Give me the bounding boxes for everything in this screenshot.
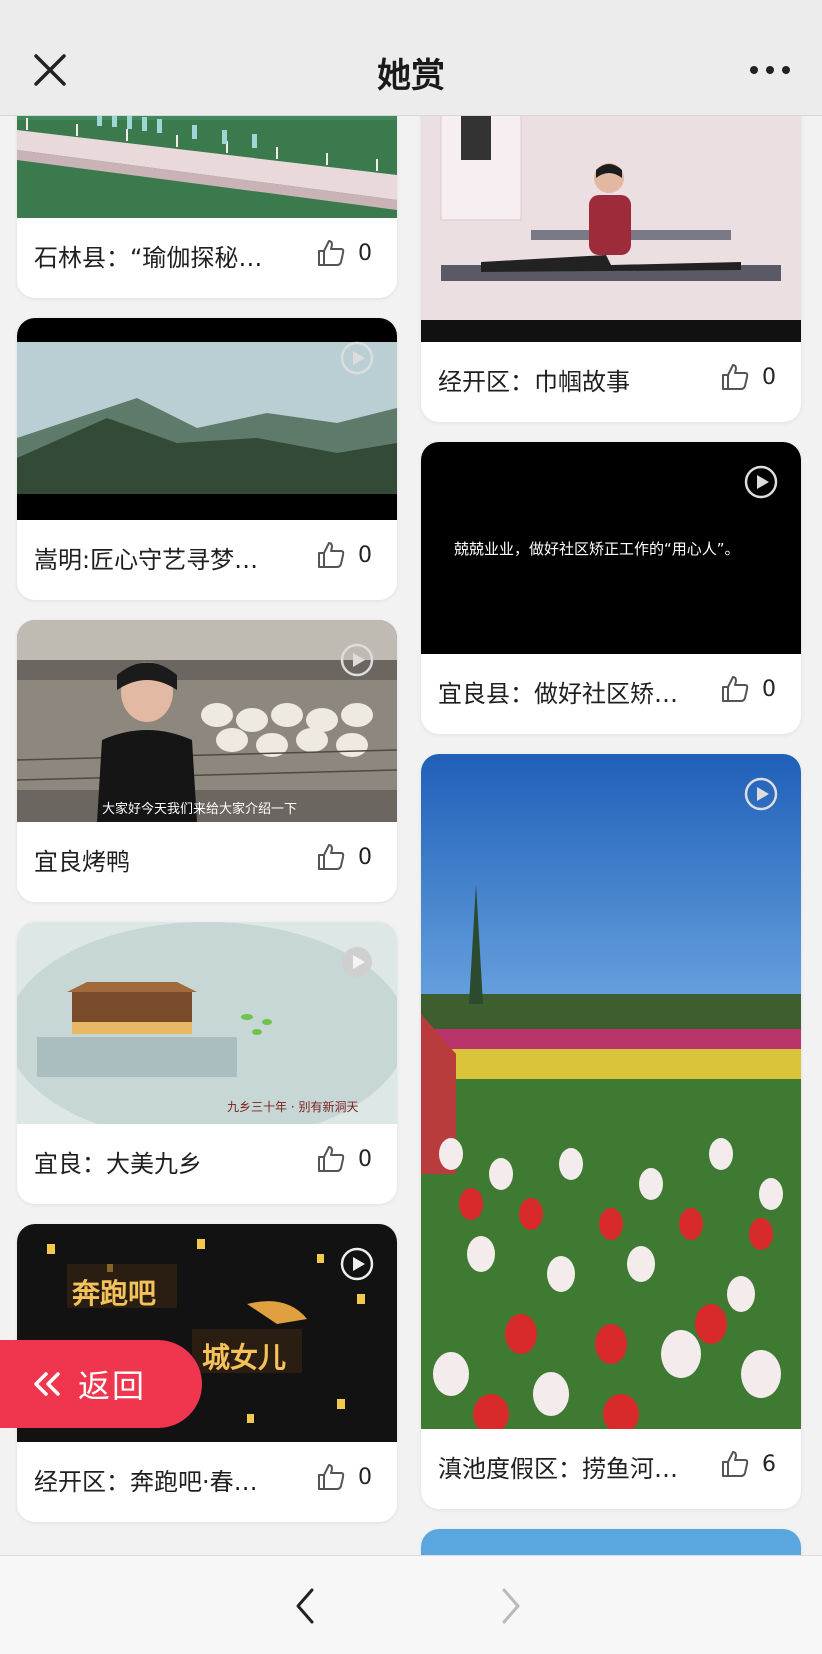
video-title: 嵩明:匠心守艺寻梦…: [34, 546, 259, 574]
video-thumbnail[interactable]: [421, 115, 801, 342]
video-card[interactable]: 嵩明:匠心守艺寻梦… 0: [17, 318, 397, 600]
yoga-image: [421, 115, 801, 342]
double-chevron-left-icon: [34, 1372, 60, 1396]
play-icon[interactable]: [743, 464, 779, 500]
like-count: 0: [762, 364, 776, 390]
video-caption: 兢兢业业，做好社区矫正工作的“用心人”。: [454, 540, 740, 558]
video-title: 经开区：巾帼故事: [438, 368, 630, 396]
video-thumbnail[interactable]: [17, 115, 397, 218]
thumbs-up-icon: [318, 844, 345, 870]
video-thumbnail[interactable]: 兢兢业业，做好社区矫正工作的“用心人”。: [421, 442, 801, 654]
video-caption: 大家好今天我们来给大家介绍一下: [102, 802, 298, 817]
like-count: 6: [762, 1451, 776, 1477]
video-title: 宜良县：做好社区矫…: [438, 680, 678, 708]
more-icon[interactable]: [748, 58, 792, 82]
video-title: 滇池度假区：捞鱼河…: [438, 1455, 678, 1483]
video-card[interactable]: 九乡三十年 · 别有新洞天 宜良：大美九乡 0: [17, 922, 397, 1204]
bottom-nav-bar: [0, 1555, 822, 1654]
video-feed[interactable]: 石林县：“瑜伽探秘… 0 嵩明:匠心守艺寻梦… 0 大家好今天我们来给大家介绍一…: [0, 115, 822, 1555]
video-card[interactable]: 石林县：“瑜伽探秘… 0: [17, 115, 397, 298]
video-card[interactable]: 经开区：巾帼故事 0: [421, 115, 801, 422]
play-icon[interactable]: [339, 944, 375, 980]
thumbs-up-icon: [722, 676, 749, 702]
video-caption: 九乡三十年 · 别有新洞天: [227, 1100, 359, 1114]
page-title: 她赏: [377, 56, 445, 96]
like-button[interactable]: 0: [720, 674, 776, 704]
chevron-right-icon[interactable]: [496, 1584, 526, 1628]
like-button[interactable]: 0: [316, 1144, 372, 1174]
like-button[interactable]: 0: [720, 362, 776, 392]
video-caption: 城女儿: [202, 1341, 287, 1374]
video-caption: 奔跑吧: [72, 1277, 157, 1310]
top-bar: 她赏: [0, 0, 822, 116]
video-card[interactable]: 兢兢业业，做好社区矫正工作的“用心人”。 宜良县：做好社区矫… 0: [421, 442, 801, 734]
like-count: 0: [358, 844, 372, 870]
left-column: 石林县：“瑜伽探秘… 0 嵩明:匠心守艺寻梦… 0 大家好今天我们来给大家介绍一…: [17, 115, 397, 1542]
like-count: 0: [358, 542, 372, 568]
like-button[interactable]: 0: [316, 842, 372, 872]
play-icon[interactable]: [339, 1246, 375, 1282]
video-thumbnail[interactable]: 大家好今天我们来给大家介绍一下: [17, 620, 397, 822]
thumbs-up-icon: [722, 1451, 749, 1477]
video-card[interactable]: 滇池度假区：捞鱼河… 6: [421, 754, 801, 1509]
thumbs-up-icon: [722, 364, 749, 390]
like-count: 0: [762, 676, 776, 702]
like-count: 0: [358, 1464, 372, 1490]
play-icon[interactable]: [339, 642, 375, 678]
video-thumbnail[interactable]: [17, 318, 397, 520]
video-thumbnail[interactable]: [421, 1529, 801, 1555]
thumbs-up-icon: [318, 240, 345, 266]
thumbs-up-icon: [318, 542, 345, 568]
video-card[interactable]: 大家好今天我们来给大家介绍一下 宜良烤鸭 0: [17, 620, 397, 902]
like-button[interactable]: 0: [316, 238, 372, 268]
video-thumbnail[interactable]: [421, 754, 801, 1429]
like-count: 0: [358, 240, 372, 266]
video-title: 经开区：奔跑吧·春…: [34, 1468, 258, 1496]
like-button[interactable]: 6: [720, 1449, 776, 1479]
thumbs-up-icon: [318, 1464, 345, 1490]
lake-boardwalk-image: [17, 115, 397, 218]
like-button[interactable]: 0: [316, 540, 372, 570]
video-title: 宜良：大美九乡: [34, 1150, 202, 1178]
video-thumbnail[interactable]: 九乡三十年 · 别有新洞天: [17, 922, 397, 1124]
back-button-label: 返回: [78, 1367, 147, 1405]
back-button[interactable]: 返回: [0, 1340, 202, 1428]
video-title: 宜良烤鸭: [34, 848, 130, 876]
like-count: 0: [358, 1146, 372, 1172]
chevron-left-icon[interactable]: [290, 1584, 320, 1628]
like-button[interactable]: 0: [316, 1462, 372, 1492]
right-column: 经开区：巾帼故事 0 兢兢业业，做好社区矫正工作的“用心人”。 宜良县：做好社区…: [421, 115, 801, 1555]
tulip-field-image: [421, 754, 801, 1429]
play-icon[interactable]: [743, 776, 779, 812]
thumbs-up-icon: [318, 1146, 345, 1172]
video-card[interactable]: [421, 1529, 801, 1555]
video-title: 石林县：“瑜伽探秘…: [34, 244, 263, 272]
play-icon[interactable]: [339, 340, 375, 376]
